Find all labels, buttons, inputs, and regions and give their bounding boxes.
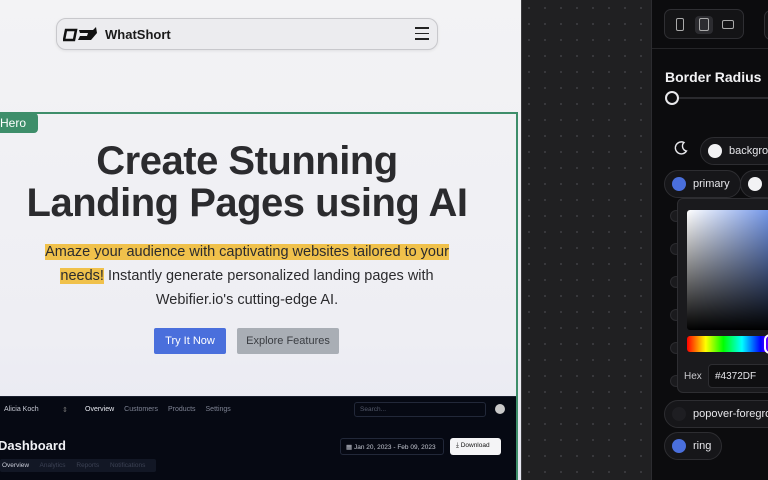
date-range-text: Jan 20, 2023 - Feb 09, 2023 bbox=[353, 444, 436, 451]
hero-title: Create Stunning Landing Pages using AI bbox=[0, 140, 494, 224]
subtab-analytics[interactable]: Analytics bbox=[40, 462, 66, 469]
app-root: WhatShort Hero Create Stunning Landing P… bbox=[0, 0, 768, 480]
canvas-background bbox=[521, 0, 651, 480]
dashboard-subtabs: Overview Analytics Reports Notifications bbox=[0, 459, 157, 472]
color-swatch bbox=[748, 177, 762, 191]
color-chip-background[interactable]: backgro bbox=[700, 137, 768, 165]
color-chip-popover-foreground[interactable]: popover-foregro bbox=[664, 400, 768, 428]
chevron-updown-icon: ⇕ bbox=[62, 407, 68, 414]
border-radius-slider-track[interactable] bbox=[674, 97, 768, 99]
tablet-view-icon[interactable] bbox=[695, 16, 713, 34]
site-navbar: WhatShort bbox=[56, 18, 438, 50]
hero-section-tag: Hero bbox=[0, 113, 38, 133]
account-switcher[interactable]: Alicia Koch bbox=[4, 406, 39, 413]
chip-label: popover-foregro bbox=[693, 408, 768, 420]
hamburger-menu-icon[interactable] bbox=[415, 27, 429, 40]
theme-inspector-panel: P Border Radius backgro primary He bbox=[651, 0, 768, 480]
hue-slider-thumb[interactable] bbox=[764, 334, 768, 354]
chip-label: ring bbox=[693, 440, 712, 452]
subtab-overview[interactable]: Overview bbox=[2, 462, 29, 469]
date-range-picker[interactable]: ▦ Jan 20, 2023 - Feb 09, 2023 bbox=[340, 438, 444, 455]
saturation-value-area[interactable] bbox=[687, 210, 768, 330]
dashboard-nav: Overview Customers Products Settings bbox=[85, 406, 239, 413]
preview-canvas: WhatShort Hero Create Stunning Landing P… bbox=[0, 0, 521, 480]
color-chip-primary[interactable]: primary bbox=[664, 170, 741, 198]
color-chip-ring[interactable]: ring bbox=[664, 432, 723, 460]
nav-settings[interactable]: Settings bbox=[206, 406, 231, 413]
moon-icon[interactable] bbox=[673, 140, 689, 156]
download-label: Download bbox=[460, 442, 490, 449]
brand-logo-icon bbox=[63, 27, 97, 42]
border-radius-label: Border Radius bbox=[665, 69, 762, 85]
preview-button[interactable]: P bbox=[764, 10, 768, 40]
border-radius-slider-thumb[interactable] bbox=[665, 91, 679, 105]
hero-subtitle: Amaze your audience with captivating web… bbox=[30, 240, 464, 312]
color-picker-popover: Hex bbox=[677, 198, 768, 393]
dashboard-search-input[interactable]: Search... bbox=[354, 402, 486, 417]
desktop-view-icon[interactable] bbox=[719, 16, 737, 34]
hex-input[interactable] bbox=[708, 364, 768, 388]
color-swatch bbox=[672, 177, 686, 191]
subtab-notifications[interactable]: Notifications bbox=[110, 462, 145, 469]
canvas-divider bbox=[521, 0, 522, 480]
explore-features-button[interactable]: Explore Features bbox=[237, 328, 339, 354]
hero-title-line-2: Landing Pages using AI bbox=[26, 181, 468, 225]
try-it-now-button[interactable]: Try It Now bbox=[154, 328, 226, 354]
nav-products[interactable]: Products bbox=[168, 406, 196, 413]
dashboard-preview: Alicia Koch ⇕ Overview Customers Product… bbox=[0, 396, 516, 480]
chip-label: primary bbox=[693, 178, 730, 190]
color-swatch bbox=[672, 439, 686, 453]
hue-slider[interactable] bbox=[687, 336, 768, 352]
panel-divider bbox=[652, 48, 768, 49]
hero-subtitle-rest: Instantly generate personalized landing … bbox=[103, 268, 434, 308]
color-swatch bbox=[672, 407, 686, 421]
calendar-icon: ▦ bbox=[346, 444, 354, 451]
avatar[interactable] bbox=[495, 404, 505, 414]
hex-label: Hex bbox=[684, 371, 702, 382]
brand-name: WhatShort bbox=[105, 27, 171, 42]
nav-overview[interactable]: Overview bbox=[85, 406, 114, 413]
device-switcher bbox=[664, 9, 744, 39]
dashboard-title: Dashboard bbox=[0, 438, 66, 453]
subtab-reports[interactable]: Reports bbox=[76, 462, 99, 469]
nav-customers[interactable]: Customers bbox=[124, 406, 158, 413]
color-swatch bbox=[708, 144, 722, 158]
color-chip-primary-foreground[interactable] bbox=[740, 170, 768, 198]
download-button[interactable]: ⤓ Download bbox=[450, 438, 501, 455]
mobile-view-icon[interactable] bbox=[671, 16, 689, 34]
hero-title-line-1: Create Stunning bbox=[96, 139, 398, 183]
chip-label: backgro bbox=[729, 145, 768, 157]
